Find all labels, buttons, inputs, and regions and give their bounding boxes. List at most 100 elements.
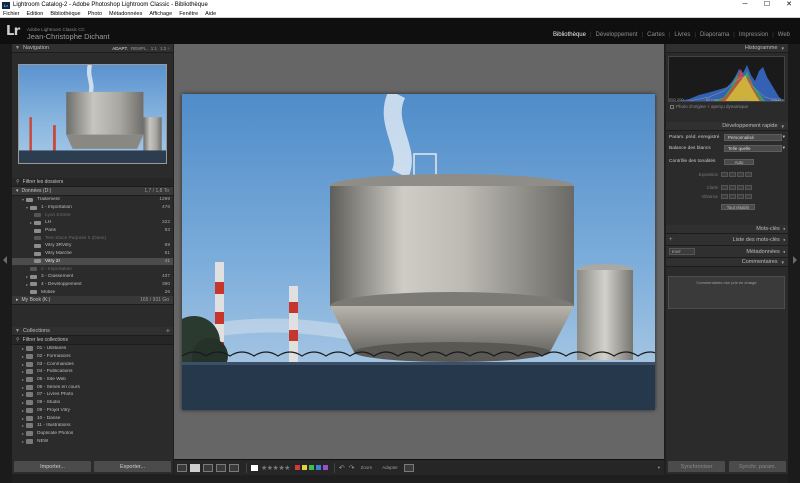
fit-label[interactable]: Adapter	[382, 465, 398, 470]
module-developpement[interactable]: Développement	[592, 32, 642, 38]
collection-row[interactable]: ▸ 10 - Danse	[12, 414, 173, 422]
folder-filter[interactable]: ⚲ Filtrer les dossiers	[12, 178, 173, 187]
collection-row[interactable]: ▸ 11 - Illustrations	[12, 422, 173, 430]
zoom-fill[interactable]: REMPL.	[131, 46, 148, 51]
zoom-fit[interactable]: ADAPT.	[112, 46, 128, 51]
label-green[interactable]	[308, 465, 314, 470]
folder-row[interactable]: Paris 93	[12, 227, 173, 235]
collection-row[interactable]: ▸ 06 - Séries en cours	[12, 383, 173, 391]
collection-filter[interactable]: ⚲ Filtrer les collections	[12, 336, 173, 345]
metadata-preset-select[interactable]: EXIF	[669, 248, 695, 255]
decrease-large-button[interactable]	[721, 172, 728, 177]
main-photo[interactable]	[182, 94, 655, 410]
decrease-button[interactable]	[729, 172, 736, 177]
add-keyword-icon[interactable]: +	[669, 237, 673, 243]
label-yellow[interactable]	[301, 465, 307, 470]
decrease-button[interactable]	[729, 194, 736, 199]
folder-row[interactable]: ▸ 3 - Classement 437	[12, 273, 173, 281]
sync-metadata-button[interactable]: Synchroniser	[668, 461, 725, 472]
collections-header[interactable]: ▼ Collections +	[12, 327, 173, 336]
folder-row[interactable]: Vitry Marché 51	[12, 250, 173, 258]
collection-row[interactable]: ▸ Duplicate Photos	[12, 430, 173, 438]
label-blue[interactable]	[315, 465, 321, 470]
rating-stars[interactable]: ★★★★★	[261, 464, 290, 472]
zoom-1-1[interactable]: 1:1	[151, 46, 157, 51]
original-preview-toggle[interactable]: Photo d'origine + aperçu dynamique	[670, 104, 748, 109]
loupe-view-icon[interactable]	[190, 463, 200, 472]
menu-fenetre[interactable]: Fenêtre	[179, 11, 198, 17]
module-cartes[interactable]: Cartes	[643, 32, 669, 38]
module-impression[interactable]: Impression	[735, 32, 772, 38]
add-collection-icon[interactable]: +	[166, 328, 170, 335]
collection-row[interactable]: ▸ NEW	[12, 437, 173, 445]
histogram-graph[interactable]	[668, 56, 785, 102]
increase-large-button[interactable]	[745, 172, 752, 177]
sync-settings-button[interactable]: Synchr. param.	[729, 461, 786, 472]
folder-row[interactable]: Lyon Entrée	[12, 211, 173, 219]
menu-aide[interactable]: Aide	[205, 11, 216, 17]
collection-row[interactable]: ▸ 01 - Utilitaires	[12, 345, 173, 353]
collection-row[interactable]: ▸ 07 - Livres Photo	[12, 391, 173, 399]
toolbar-menu-icon[interactable]: ▾	[658, 465, 660, 471]
module-web[interactable]: Web	[774, 32, 794, 38]
wb-select[interactable]: Telle quelle	[724, 145, 782, 152]
menu-bibliotheque[interactable]: Bibliothèque	[50, 11, 80, 17]
decrease-button[interactable]	[729, 185, 736, 190]
info-overlay-icon[interactable]	[403, 463, 414, 472]
survey-view-icon[interactable]	[216, 463, 226, 472]
preset-select[interactable]: Personnalisé	[724, 134, 782, 141]
close-icon[interactable]: ✕	[778, 0, 800, 10]
increase-button[interactable]	[737, 172, 744, 177]
grid-view-icon[interactable]	[177, 463, 187, 472]
menu-photo[interactable]: Photo	[88, 11, 102, 17]
comments-header[interactable]: Commentaires ▼	[666, 258, 788, 267]
flag-icon[interactable]	[251, 464, 258, 471]
decrease-large-button[interactable]	[721, 194, 728, 199]
auto-tone-button[interactable]: Auto	[724, 158, 754, 165]
metadata-header[interactable]: EXIF Métadonnées ◂	[666, 246, 788, 258]
zoom-1-2[interactable]: 1:2 ÷	[160, 46, 170, 51]
volume-row[interactable]: ▾ Données (D:) 1,7 / 1,8 To	[12, 187, 173, 196]
import-button[interactable]: Importer...	[14, 461, 91, 472]
export-button[interactable]: Exporter...	[94, 461, 171, 472]
increase-large-button[interactable]	[745, 194, 752, 199]
collection-row[interactable]: ▸ 04 - Publications	[12, 368, 173, 376]
folder-row[interactable]: Mobile 26	[12, 288, 173, 296]
rotate-left-icon[interactable]: ↶	[339, 464, 345, 472]
collection-row[interactable]: ▸ 03 - Commandes	[12, 360, 173, 368]
label-red[interactable]	[294, 465, 300, 470]
decrease-large-button[interactable]	[721, 185, 728, 190]
left-panel-toggle[interactable]	[0, 44, 12, 483]
navigator-header[interactable]: ▼ Navigation ADAPT. REMPL. 1:1 1:2 ÷	[12, 44, 173, 53]
navigator-preview[interactable]	[18, 64, 167, 164]
collection-row[interactable]: ▸ 02 - Formations	[12, 353, 173, 361]
module-bibliotheque[interactable]: Bibliothèque	[549, 32, 590, 38]
folder-row[interactable]: ▾ 1 - Importation 476	[12, 204, 173, 212]
folder-row[interactable]: 2 - Importation	[12, 265, 173, 273]
menu-edition[interactable]: Edition	[27, 11, 44, 17]
maximize-icon[interactable]: ☐	[756, 0, 778, 10]
menu-affichage[interactable]: Affichage	[149, 11, 172, 17]
collection-row[interactable]: ▸ 08 - Studio	[12, 399, 173, 407]
folder-row[interactable]: Test Stuck Purpose II (Dans)	[12, 234, 173, 242]
module-diaporama[interactable]: Diaporama	[696, 32, 733, 38]
checkbox-icon[interactable]	[670, 104, 674, 109]
folder-row[interactable]: Vitry 3RVitry 69	[12, 242, 173, 250]
keyword-list-header[interactable]: + Liste des mots-clés ◂	[666, 234, 788, 246]
quick-develop-header[interactable]: Développement rapide ▼	[666, 122, 788, 131]
menu-metadonnees[interactable]: Métadonnées	[109, 11, 142, 17]
increase-button[interactable]	[737, 185, 744, 190]
loupe-view[interactable]	[174, 44, 664, 459]
folder-row[interactable]: Vitry 2I 41	[12, 257, 173, 266]
collection-row[interactable]: ▸ 05 - Site Web	[12, 376, 173, 384]
module-livres[interactable]: Livres	[670, 32, 694, 38]
reset-all-button[interactable]: Tout rétablir	[721, 203, 755, 210]
collection-row[interactable]: ▸ 09 - Projet Vitry	[12, 407, 173, 415]
minimize-icon[interactable]: ─	[734, 0, 756, 10]
increase-large-button[interactable]	[745, 185, 752, 190]
rotate-right-icon[interactable]: ↷	[349, 464, 355, 472]
histogram-header[interactable]: Histogramme ▼	[666, 44, 788, 53]
menu-fichier[interactable]: Fichier	[3, 11, 20, 17]
folder-row[interactable]: ▾ Traitement 1299	[12, 196, 173, 204]
people-view-icon[interactable]	[229, 463, 239, 472]
